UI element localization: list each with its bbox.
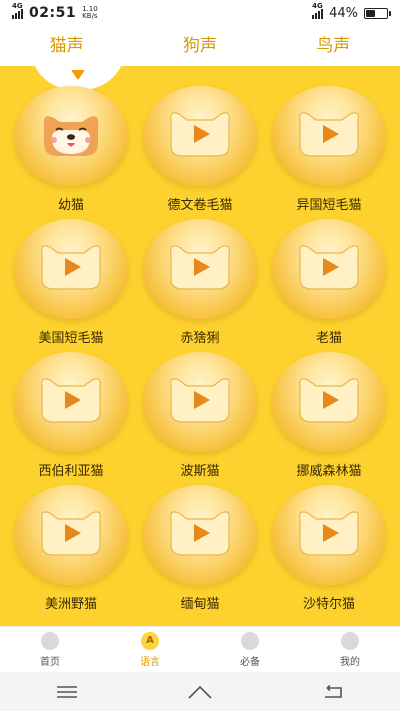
status-left: 4G 02:51 1.10 KB/s: [12, 2, 98, 21]
play-icon: [36, 509, 106, 557]
sound-tile-label: 西伯利亚猫: [38, 464, 104, 479]
sound-tile-label: 美洲野猫: [44, 597, 97, 612]
status-bar: 4G 02:51 1.10 KB/s 4G 44%: [0, 0, 400, 26]
sound-tile-label: 挪威森林猫: [296, 464, 362, 479]
sound-tile[interactable]: 西伯利亚猫: [7, 352, 135, 482]
system-navigation-bar: [0, 672, 400, 711]
home-icon: [41, 631, 59, 650]
profile-icon: [341, 631, 359, 650]
network-type-label-right: 4G: [312, 1, 323, 10]
play-icon: [165, 509, 235, 557]
sound-play-button[interactable]: [272, 485, 386, 585]
nav-label-language: 语言: [140, 656, 160, 668]
sound-play-button[interactable]: [14, 352, 128, 452]
clock: 02:51: [29, 5, 77, 21]
category-tab-bar: 猫声 狗声 鸟声: [0, 26, 400, 66]
sound-play-button[interactable]: [143, 352, 257, 452]
signal-icon: 4G: [12, 2, 23, 19]
language-icon: A: [141, 631, 159, 650]
network-type-label: 4G: [12, 1, 23, 10]
sound-tile[interactable]: 异国短毛猫: [265, 86, 393, 216]
play-icon: [36, 376, 106, 424]
sound-tile[interactable]: 赤猞猁: [136, 219, 264, 349]
play-icon: [165, 376, 235, 424]
nav-item-language[interactable]: A 语言: [100, 627, 200, 672]
play-icon: [165, 110, 235, 158]
network-speed-unit: KB/s: [82, 12, 98, 20]
sound-tile[interactable]: 沙特尔猫: [265, 485, 393, 615]
essentials-icon: [241, 631, 259, 650]
play-icon: [36, 243, 106, 291]
tab-cat-sounds[interactable]: 猫声: [0, 26, 133, 66]
caret-down-icon: [71, 70, 85, 80]
sound-tile-label: 缅甸猫: [180, 597, 220, 612]
sound-play-button[interactable]: [143, 219, 257, 319]
sound-tile-label: 德文卷毛猫: [167, 198, 233, 213]
sound-grid-area: 幼猫 德文卷毛猫 异国短毛猫美国短毛猫 赤猞猁 老猫西伯利亚猫 波斯猫 挪威森林猫美洲野猫 缅…: [0, 66, 400, 626]
nav-label-profile: 我的: [340, 656, 360, 668]
sound-tile-label: 沙特尔猫: [302, 597, 355, 612]
menu-icon[interactable]: [52, 682, 82, 702]
sound-tile-label: 美国短毛猫: [38, 331, 104, 346]
play-icon: [294, 110, 364, 158]
sound-tile[interactable]: 美国短毛猫: [7, 219, 135, 349]
play-icon: [294, 243, 364, 291]
shiba-dog-face-icon: [36, 110, 106, 158]
play-icon: [294, 509, 364, 557]
home-button-icon[interactable]: [185, 682, 215, 702]
sound-play-button[interactable]: [143, 86, 257, 186]
sound-play-button[interactable]: [14, 219, 128, 319]
play-icon: [165, 243, 235, 291]
sound-play-button[interactable]: [272, 219, 386, 319]
sound-tile-label: 波斯猫: [180, 464, 220, 479]
back-icon[interactable]: [318, 682, 348, 702]
sound-play-button[interactable]: [272, 352, 386, 452]
sound-tile[interactable]: 挪威森林猫: [265, 352, 393, 482]
signal-icon-right: 4G: [312, 2, 324, 19]
battery-icon: [364, 7, 391, 19]
sound-tile[interactable]: 幼猫: [7, 86, 135, 216]
battery-percent: 44%: [329, 5, 358, 21]
nav-item-home[interactable]: 首页: [0, 627, 100, 672]
bottom-navigation: 首页 A 语言 必备 我的: [0, 626, 400, 672]
status-right: 4G 44%: [312, 2, 391, 21]
sound-tile[interactable]: 缅甸猫: [136, 485, 264, 615]
sound-tile-label: 老猫: [315, 331, 342, 346]
nav-item-profile[interactable]: 我的: [300, 627, 400, 672]
sound-play-button[interactable]: [143, 485, 257, 585]
sound-tile[interactable]: 德文卷毛猫: [136, 86, 264, 216]
nav-item-essentials[interactable]: 必备: [200, 627, 300, 672]
sound-play-button[interactable]: [14, 485, 128, 585]
sound-play-button[interactable]: [14, 86, 128, 186]
sound-tile-label: 赤猞猁: [180, 331, 220, 346]
sound-tile-label: 幼猫: [57, 198, 84, 213]
sound-tile[interactable]: 波斯猫: [136, 352, 264, 482]
sound-tile[interactable]: 老猫: [265, 219, 393, 349]
sound-tile-label: 异国短毛猫: [296, 198, 362, 213]
nav-label-essentials: 必备: [240, 656, 260, 668]
sound-play-button[interactable]: [272, 86, 386, 186]
nav-label-home: 首页: [40, 656, 60, 668]
tab-bird-sounds[interactable]: 鸟声: [267, 26, 400, 66]
network-speed: 1.10 KB/s: [82, 6, 98, 20]
battery-fill: [366, 9, 375, 17]
tab-dog-sounds[interactable]: 狗声: [133, 26, 266, 66]
sound-tile[interactable]: 美洲野猫: [7, 485, 135, 615]
play-icon: [294, 376, 364, 424]
